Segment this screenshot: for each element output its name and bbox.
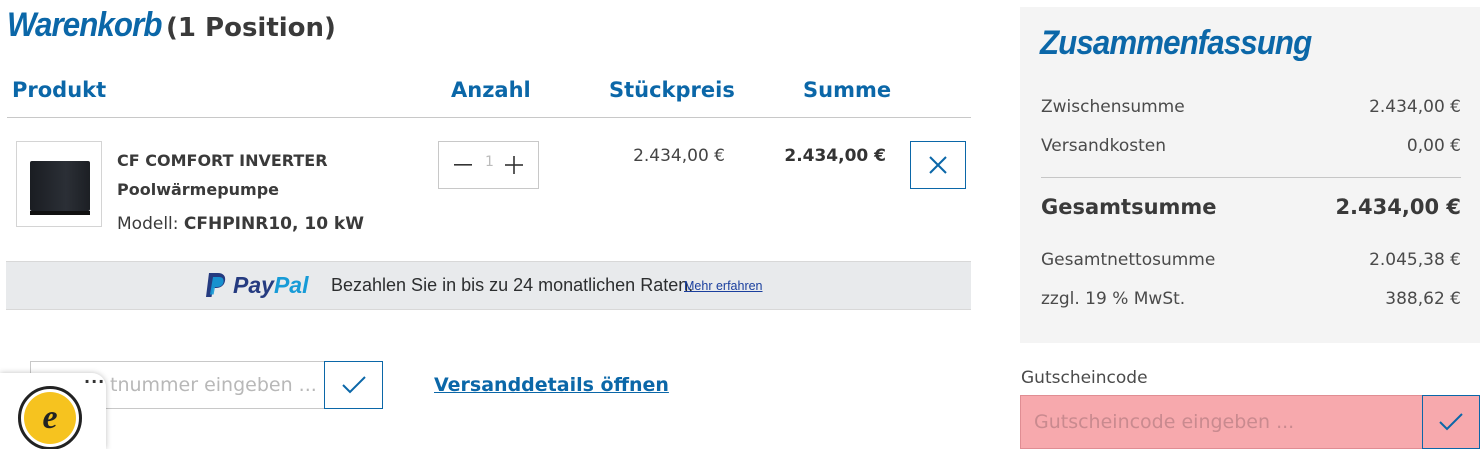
summary-shipping-row: Versandkosten 0,00 € [1041,136,1461,156]
column-header-unit-price: Stückpreis [609,78,735,102]
trusted-shops-seal-letter: e [42,399,58,436]
net-total-label: Gesamtnettosumme [1041,250,1216,270]
column-header-quantity: Anzahl [451,78,531,102]
summary-title: Zusammenfassung [1040,24,1312,62]
trusted-shops-menu-icon[interactable]: ··· [84,372,105,391]
summary-net-row: Gesamtnettosumme 2.045,38 € [1041,250,1461,270]
total-value: 2.434,00 € [1335,195,1461,219]
postcode-submit-button[interactable] [324,361,383,409]
cart-item-count: (1 Position) [166,13,336,43]
product-image[interactable] [16,141,102,227]
header-divider [7,117,971,118]
product-name-line1: CF COMFORT INVERTER [117,151,328,170]
line-total: 2.434,00 € [784,146,886,166]
shipping-details-link[interactable]: Versanddetails öffnen [434,374,669,396]
summary-vat-row: zzgl. 19 % MwSt. 388,62 € [1041,289,1461,309]
postcode-placeholder: tnummer eingeben ... [110,374,317,396]
heat-pump-product-image [30,161,90,215]
unit-price: 2.434,00 € [633,146,725,166]
subtotal-label: Zwischensumme [1041,97,1185,117]
checkmark-icon [1439,413,1463,431]
quantity-value[interactable]: 1 [485,154,494,170]
paypal-word-pay: Pay [233,271,274,298]
column-header-sum: Summe [803,78,892,102]
product-model-value: CFHPINR10, 10 kW [183,214,364,234]
summary-divider [1041,177,1461,178]
product-model-label: Modell: [117,214,179,234]
paypal-logo: Pay Pal [205,271,308,299]
product-name[interactable]: CF COMFORT INVERTER Poolwärmepumpe [117,146,417,204]
trusted-shops-seal-ring: e [24,392,76,444]
paypal-more-link[interactable]: Mehr erfahren [684,279,763,293]
shipping-cost-value: 0,00 € [1406,136,1461,156]
vat-value: 388,62 € [1385,289,1461,309]
cart-title: Warenkorb [7,6,162,44]
checkmark-icon [341,376,366,394]
summary-total-row: Gesamtsumme 2.434,00 € [1041,195,1461,219]
paypal-p-icon [206,273,226,297]
product-name-line2: Poolwärmepumpe [117,180,280,199]
paypal-installment-text: Bezahlen Sie in bis zu 24 monatlichen Ra… [331,275,694,295]
vat-label: zzgl. 19 % MwSt. [1041,289,1186,309]
summary-subtotal-row: Zwischensumme 2.434,00 € [1041,97,1461,117]
remove-item-button[interactable] [910,141,966,189]
decrease-quantity-button[interactable] [443,142,483,188]
product-model: Modell: CFHPINR10, 10 kW [117,214,364,234]
voucher-submit-button[interactable] [1422,395,1480,449]
voucher-placeholder: Gutscheincode eingeben ... [1034,411,1295,433]
subtotal-value: 2.434,00 € [1369,97,1461,117]
column-header-product: Produkt [12,78,107,102]
plus-icon [505,156,523,174]
increase-quantity-button[interactable] [494,142,534,188]
paypal-word-pal: Pal [273,271,309,298]
total-label: Gesamtsumme [1041,195,1217,219]
close-icon [929,156,947,174]
trusted-shops-seal-icon[interactable]: e [18,386,82,449]
voucher-label: Gutscheincode [1021,368,1148,388]
minus-icon [454,164,472,166]
net-total-value: 2.045,38 € [1369,250,1461,270]
shipping-cost-label: Versandkosten [1041,136,1166,156]
quantity-stepper[interactable]: 1 [438,141,539,189]
